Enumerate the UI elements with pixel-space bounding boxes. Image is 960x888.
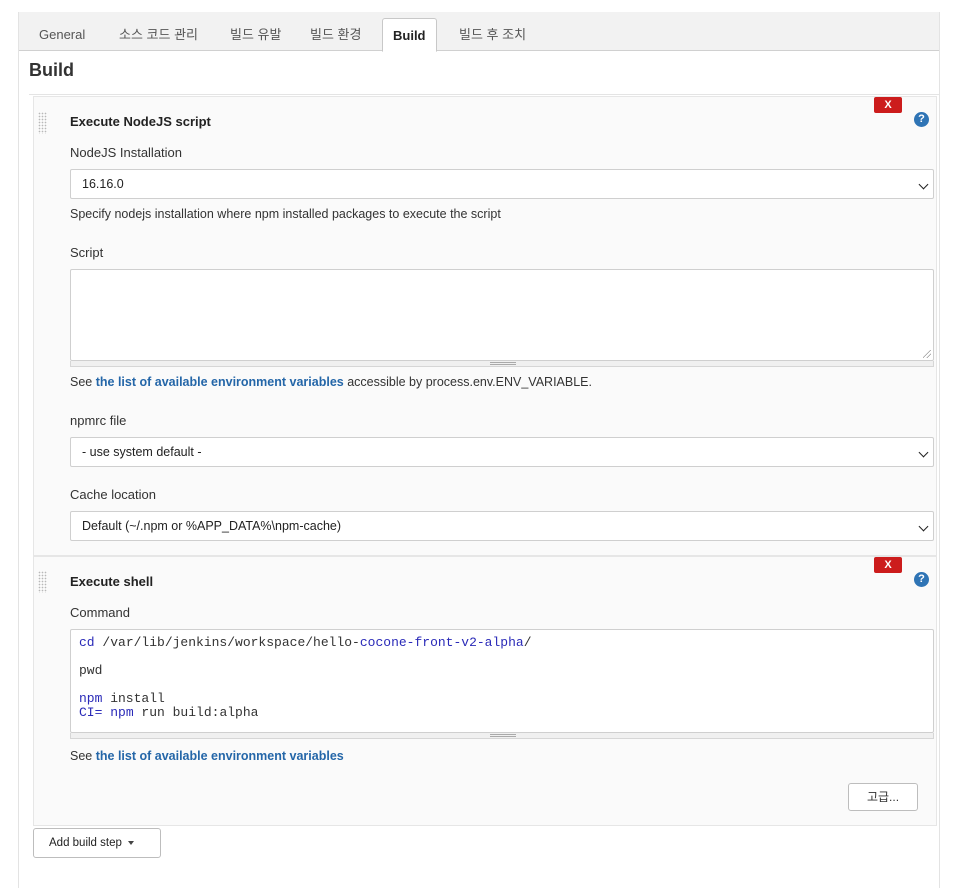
tab-post-build-actions[interactable]: 빌드 후 조치 (449, 18, 536, 51)
tab-build[interactable]: Build (382, 18, 437, 52)
chevron-down-icon (918, 179, 929, 190)
script-env-description: See the list of available environment va… (70, 375, 592, 389)
env-desc-prefix: See (70, 749, 96, 763)
cache-location-select[interactable]: Default (~/.npm or %APP_DATA%\npm-cache) (70, 511, 934, 541)
resize-corner-icon[interactable] (923, 350, 931, 358)
section-divider (29, 94, 939, 95)
command-textarea[interactable]: cd /var/lib/jenkins/workspace/hello-coco… (70, 629, 934, 733)
cache-location-label: Cache location (70, 487, 156, 502)
command-resize-handle[interactable] (70, 733, 934, 739)
help-icon[interactable]: ? (914, 112, 929, 127)
help-icon[interactable]: ? (914, 572, 929, 587)
command-token: install (102, 691, 165, 706)
command-token: / (523, 635, 532, 650)
caret-down-icon (127, 840, 134, 845)
command-token: npm (110, 705, 134, 720)
drag-handle-icon[interactable] (38, 571, 47, 593)
tab-build-triggers[interactable]: 빌드 유발 (220, 18, 291, 51)
delete-step-button[interactable]: X (874, 557, 902, 573)
command-line: pwd (79, 664, 532, 678)
script-resize-handle[interactable] (70, 361, 934, 367)
nodejs-installation-select[interactable]: 16.16.0 (70, 169, 934, 199)
command-label: Command (70, 605, 130, 620)
command-token: pwd (79, 663, 103, 678)
command-token: cd (79, 635, 95, 650)
shell-step-title: Execute shell (70, 574, 154, 589)
command-line: npm install (79, 692, 532, 706)
nodejs-step-title: Execute NodeJS script (70, 114, 211, 129)
job-config-frame: General 소스 코드 관리 빌드 유발 빌드 환경 Build 빌드 후 … (18, 12, 940, 888)
command-token: npm (79, 691, 103, 706)
grab-icon (490, 734, 516, 737)
npmrc-label: npmrc file (70, 413, 127, 428)
command-line: CI= npm run build:alpha (79, 706, 532, 720)
nodejs-step-panel: Execute NodeJS script X ? NodeJS Install… (33, 96, 937, 556)
command-line (79, 650, 532, 664)
env-desc-suffix: accessible by process.env.ENV_VARIABLE. (343, 375, 592, 389)
env-variables-link[interactable]: the list of available environment variab… (96, 375, 344, 389)
tab-source-code-management[interactable]: 소스 코드 관리 (109, 18, 208, 51)
command-env-description: See the list of available environment va… (70, 749, 344, 763)
command-token: /var/lib/jenkins/workspace/hello- (94, 635, 360, 650)
cache-location-value: Default (~/.npm or %APP_DATA%\npm-cache) (82, 519, 342, 533)
env-desc-prefix: See (70, 375, 96, 389)
npmrc-select[interactable]: - use system default - (70, 437, 934, 467)
command-line: cd /var/lib/jenkins/workspace/hello-coco… (79, 636, 532, 650)
tab-general[interactable]: General (29, 18, 95, 51)
chevron-down-icon (918, 521, 929, 532)
advanced-button[interactable]: 고급... (848, 783, 918, 811)
nodejs-installation-value: 16.16.0 (82, 177, 124, 191)
command-code: cd /var/lib/jenkins/workspace/hello-coco… (79, 636, 532, 720)
script-textarea[interactable] (70, 269, 934, 361)
grab-icon (490, 362, 516, 365)
script-label: Script (70, 245, 104, 260)
section-title: Build (29, 60, 74, 80)
nodejs-installation-description: Specify nodejs installation where npm in… (70, 207, 501, 221)
env-variables-link[interactable]: the list of available environment variab… (96, 749, 344, 763)
add-build-step-label: Add build step (49, 837, 122, 849)
shell-step-panel: Execute shell X ? Command cd /var/lib/je… (33, 556, 937, 826)
command-token: run build:alpha (133, 705, 259, 720)
npmrc-value: - use system default - (82, 445, 202, 459)
drag-handle-icon[interactable] (38, 112, 47, 134)
chevron-down-icon (918, 447, 929, 458)
command-token: CI= (79, 705, 103, 720)
command-token: cocone-front-v2-alpha (359, 635, 524, 650)
tab-build-environment[interactable]: 빌드 환경 (300, 18, 371, 51)
command-line (79, 678, 532, 692)
delete-step-button[interactable]: X (874, 97, 902, 113)
config-tabbar: General 소스 코드 관리 빌드 유발 빌드 환경 Build 빌드 후 … (19, 12, 939, 52)
nodejs-installation-label: NodeJS Installation (70, 145, 183, 160)
add-build-step-button[interactable]: Add build step (33, 828, 161, 858)
